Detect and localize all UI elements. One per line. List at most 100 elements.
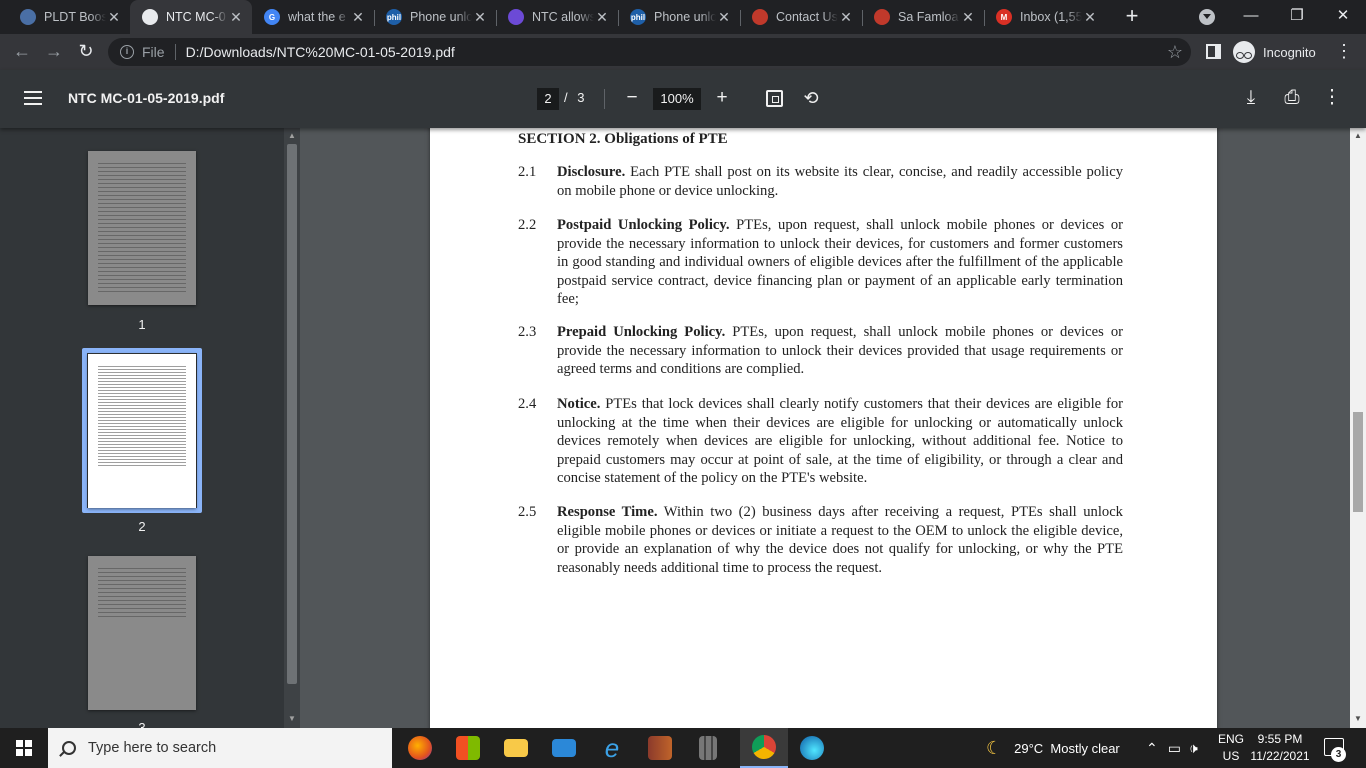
document-scroll-thumb[interactable] — [1353, 412, 1363, 512]
side-panel-icon[interactable] — [1206, 44, 1221, 59]
tab-favicon-icon — [20, 9, 36, 25]
page-number-input[interactable]: 2 — [537, 88, 559, 110]
tab-title: Phone unlo — [654, 10, 716, 24]
start-button[interactable] — [0, 728, 48, 768]
zoom-input[interactable]: 100% — [653, 88, 701, 110]
reload-button[interactable]: ↻ — [72, 38, 100, 66]
sidebar-scroll-thumb[interactable] — [287, 144, 297, 684]
browser-tab[interactable]: PLDT Boost ✕ — [8, 0, 130, 34]
print-icon[interactable]: ⎙ — [1279, 86, 1305, 112]
clause: 2.4 Notice. PTEs that lock devices shall… — [518, 395, 1123, 488]
file-explorer-taskbar-icon[interactable] — [492, 728, 540, 768]
tab-title: NTC MC-0 — [166, 10, 226, 24]
total-pages: 3 — [577, 90, 585, 105]
minimize-button[interactable]: — — [1228, 0, 1274, 34]
books-taskbar-icon[interactable] — [636, 728, 684, 768]
language-code: ENG — [1217, 732, 1244, 746]
tab-close-icon[interactable]: ✕ — [106, 9, 122, 26]
section-title: SECTION 2. Obligations of PTE — [518, 131, 728, 147]
browser-tab[interactable]: Gwhat the e ✕ — [252, 0, 374, 34]
search-placeholder: Type here to search — [88, 740, 217, 756]
internet-explorer-taskbar-icon[interactable]: e — [588, 728, 636, 768]
edge-taskbar-icon[interactable] — [788, 728, 836, 768]
moon-icon: ☾ — [986, 737, 1003, 758]
thumbnail-label: 2 — [138, 519, 146, 534]
browser-tab[interactable]: NTC allows ✕ — [496, 0, 618, 34]
clause-number: 2.4 — [518, 396, 537, 412]
tab-close-icon[interactable]: ✕ — [350, 9, 366, 26]
tab-close-icon[interactable]: ✕ — [228, 9, 244, 26]
pdf-title: NTC MC-01-05-2019.pdf — [68, 90, 225, 106]
browser-tab[interactable]: phil Phone unlo ✕ — [618, 0, 740, 34]
page-separator: / — [564, 90, 568, 105]
forward-button[interactable]: → — [40, 38, 68, 66]
clause: 2.3 Prepaid Unlocking Policy. PTEs, upon… — [518, 323, 1123, 379]
incognito-indicator[interactable]: Incognito — [1233, 38, 1316, 66]
tab-close-icon[interactable]: ✕ — [472, 9, 488, 26]
rotate-icon[interactable]: ⟲ — [798, 86, 824, 112]
pdf-more-icon[interactable]: ⋮ — [1319, 86, 1345, 112]
browser-tab[interactable]: M Inbox (1,55 ✕ — [984, 0, 1106, 34]
maximize-button[interactable]: ❐ — [1274, 0, 1320, 34]
sidebar-menu-icon[interactable] — [24, 91, 42, 105]
tab-favicon-icon: phil — [630, 9, 646, 25]
document-viewer[interactable]: SECTION 2. Obligations of PTE 2.1 Disclo… — [300, 128, 1350, 728]
tab-title: NTC allows — [532, 10, 594, 24]
volume-icon[interactable]: 🕩 — [1189, 740, 1198, 757]
tab-search-icon[interactable] — [1199, 9, 1215, 25]
browser-tab[interactable]: Contact Us ✕ — [740, 0, 862, 34]
chrome-taskbar-icon[interactable] — [740, 728, 788, 768]
thumbnail-label: 1 — [138, 317, 146, 332]
mail-taskbar-icon[interactable] — [540, 728, 588, 768]
sidebar-scrollbar[interactable]: ▲ ▼ — [284, 128, 300, 728]
new-tab-button[interactable]: + — [1119, 4, 1145, 30]
firefox-taskbar-icon[interactable] — [396, 728, 444, 768]
page-total: / 3 — [564, 90, 584, 105]
tab-close-icon[interactable]: ✕ — [838, 9, 854, 26]
tab-favicon-icon: phil — [386, 9, 402, 25]
fit-to-page-icon[interactable] — [766, 90, 783, 107]
tab-close-icon[interactable]: ✕ — [716, 9, 732, 26]
back-button[interactable]: ← — [8, 38, 36, 66]
pdf-toolbar: NTC MC-01-05-2019.pdf 2 / 3 − 100% + ⟲ ⤓… — [0, 70, 1366, 128]
weather-widget[interactable]: ☾ 29°C Mostly clear — [986, 728, 1120, 768]
tray-icons: ⌃ ▭ 🕩 — [1146, 728, 1198, 768]
bookmark-star-icon[interactable]: ☆ — [1167, 42, 1183, 63]
zoom-out-button[interactable]: − — [619, 86, 645, 112]
clause-heading: Notice. — [557, 396, 601, 412]
store-taskbar-icon[interactable] — [444, 728, 492, 768]
clause: 2.1 Disclosure. Each PTE shall post on i… — [518, 163, 1123, 200]
document-scrollbar[interactable]: ▲ ▼ — [1350, 128, 1366, 728]
zoom-in-button[interactable]: + — [709, 86, 735, 112]
browser-tab[interactable]: phil Phone unlo ✕ — [374, 0, 496, 34]
browser-tab[interactable]: Sa Famloa ✕ — [862, 0, 984, 34]
tab-close-icon[interactable]: ✕ — [1082, 9, 1098, 26]
tab-title: Sa Famloa — [898, 10, 959, 24]
tab-favicon-icon — [874, 9, 890, 25]
taskbar-search[interactable]: Type here to search — [48, 728, 392, 768]
clause-text: Each PTE shall post on its website its c… — [557, 164, 1123, 199]
clock-time: 9:55 PM — [1257, 732, 1303, 746]
show-hidden-icons-icon[interactable]: ⌃ — [1146, 740, 1158, 757]
browser-menu-icon[interactable]: ⋮ — [1330, 38, 1358, 66]
language-indicator[interactable]: ENG US — [1216, 731, 1246, 765]
tab-close-icon[interactable]: ✕ — [960, 9, 976, 26]
thumbnail-page-2[interactable] — [88, 354, 196, 508]
info-icon[interactable]: i — [120, 45, 134, 59]
browser-tab[interactable]: NTC MC-0 ✕ — [130, 0, 252, 34]
system-clock[interactable]: 9:55 PM 11/22/2021 — [1250, 731, 1310, 765]
close-window-button[interactable]: ✕ — [1320, 0, 1366, 34]
tab-close-icon[interactable]: ✕ — [594, 9, 610, 26]
notification-badge: 3 — [1331, 747, 1346, 762]
calculator-taskbar-icon[interactable] — [684, 728, 732, 768]
thumbnail-page-1[interactable] — [88, 151, 196, 305]
address-bar[interactable]: i File D:/Downloads/NTC%20MC-01-05-2019.… — [108, 38, 1191, 66]
pdf-page-2: SECTION 2. Obligations of PTE 2.1 Disclo… — [430, 128, 1217, 728]
windows-taskbar: Type here to search e ☾ 29°C Mostly clea… — [0, 728, 1366, 768]
download-icon[interactable]: ⤓ — [1238, 86, 1264, 112]
tab-title: Inbox (1,55 — [1020, 10, 1082, 24]
thumbnail-label: 3 — [138, 720, 146, 728]
network-icon[interactable]: ▭ — [1168, 740, 1181, 757]
thumbnail-page-3[interactable] — [88, 556, 196, 710]
tab-title: Phone unlo — [410, 10, 472, 24]
